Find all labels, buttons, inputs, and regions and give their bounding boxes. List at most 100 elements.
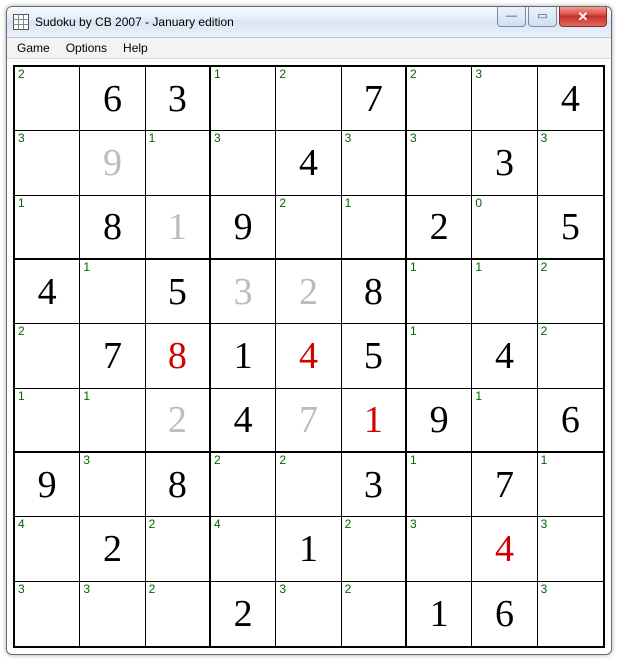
sudoku-cell[interactable]: 5: [146, 260, 211, 324]
sudoku-cell[interactable]: 1: [276, 517, 341, 581]
sudoku-cell[interactable]: 2: [146, 389, 211, 453]
sudoku-cell[interactable]: 2: [342, 517, 407, 581]
sudoku-cell[interactable]: 3: [276, 582, 341, 646]
cell-value: 4: [38, 273, 57, 311]
sudoku-cell[interactable]: 0: [472, 196, 537, 260]
sudoku-cell[interactable]: 1: [538, 453, 603, 517]
cell-hint: 2: [149, 518, 156, 530]
sudoku-cell[interactable]: 1: [146, 131, 211, 195]
menu-game[interactable]: Game: [9, 38, 58, 58]
sudoku-cell[interactable]: 8: [146, 324, 211, 388]
sudoku-cell[interactable]: 4: [472, 517, 537, 581]
sudoku-cell[interactable]: 3: [80, 582, 145, 646]
sudoku-cell[interactable]: 1: [211, 324, 276, 388]
cell-hint: 1: [214, 68, 221, 80]
sudoku-cell[interactable]: 2: [407, 67, 472, 131]
sudoku-cell[interactable]: 8: [342, 260, 407, 324]
sudoku-cell[interactable]: 3: [80, 453, 145, 517]
sudoku-cell[interactable]: 1: [80, 389, 145, 453]
sudoku-cell[interactable]: 7: [276, 389, 341, 453]
cell-hint: 2: [18, 68, 25, 80]
sudoku-cell[interactable]: 1: [472, 260, 537, 324]
sudoku-cell[interactable]: 8: [80, 196, 145, 260]
sudoku-cell[interactable]: 2: [276, 453, 341, 517]
cell-hint: 4: [214, 518, 221, 530]
sudoku-cell[interactable]: 6: [80, 67, 145, 131]
sudoku-cell[interactable]: 7: [472, 453, 537, 517]
menu-options[interactable]: Options: [58, 38, 115, 58]
sudoku-cell[interactable]: 3: [407, 131, 472, 195]
sudoku-cell[interactable]: 3: [538, 582, 603, 646]
sudoku-cell[interactable]: 4: [211, 389, 276, 453]
cell-hint: 2: [279, 197, 286, 209]
sudoku-cell[interactable]: 3: [15, 582, 80, 646]
sudoku-cell[interactable]: 3: [211, 260, 276, 324]
sudoku-cell[interactable]: 1: [211, 67, 276, 131]
sudoku-cell[interactable]: 2: [276, 260, 341, 324]
sudoku-cell[interactable]: 3: [211, 131, 276, 195]
sudoku-cell[interactable]: 2: [146, 517, 211, 581]
sudoku-cell[interactable]: 4: [276, 324, 341, 388]
maximize-button[interactable]: ▭: [528, 7, 557, 27]
sudoku-cell[interactable]: 3: [472, 67, 537, 131]
sudoku-cell[interactable]: 9: [80, 131, 145, 195]
sudoku-cell[interactable]: 9: [407, 389, 472, 453]
sudoku-cell[interactable]: 3: [15, 131, 80, 195]
sudoku-cell[interactable]: 1: [146, 196, 211, 260]
minimize-button[interactable]: —: [497, 7, 526, 27]
sudoku-cell[interactable]: 5: [538, 196, 603, 260]
sudoku-cell[interactable]: 2: [211, 453, 276, 517]
cell-hint: 2: [279, 68, 286, 80]
sudoku-cell[interactable]: 1: [407, 260, 472, 324]
sudoku-cell[interactable]: 7: [80, 324, 145, 388]
sudoku-cell[interactable]: 8: [146, 453, 211, 517]
sudoku-cell[interactable]: 3: [342, 453, 407, 517]
sudoku-cell[interactable]: 2: [80, 517, 145, 581]
sudoku-cell[interactable]: 2: [15, 324, 80, 388]
sudoku-cell[interactable]: 1: [342, 389, 407, 453]
sudoku-cell[interactable]: 9: [211, 196, 276, 260]
cell-value: 2: [299, 273, 318, 311]
cell-value: 9: [430, 401, 449, 439]
sudoku-cell[interactable]: 1: [472, 389, 537, 453]
sudoku-cell[interactable]: 3: [472, 131, 537, 195]
sudoku-cell[interactable]: 1: [407, 582, 472, 646]
sudoku-cell[interactable]: 4: [472, 324, 537, 388]
sudoku-cell[interactable]: 2: [15, 67, 80, 131]
sudoku-cell[interactable]: 2: [146, 582, 211, 646]
sudoku-cell[interactable]: 4: [538, 67, 603, 131]
sudoku-cell[interactable]: 5: [342, 324, 407, 388]
sudoku-cell[interactable]: 6: [472, 582, 537, 646]
sudoku-cell[interactable]: 2: [538, 324, 603, 388]
sudoku-cell[interactable]: 3: [407, 517, 472, 581]
sudoku-cell[interactable]: 3: [342, 131, 407, 195]
sudoku-cell[interactable]: 3: [538, 131, 603, 195]
sudoku-cell[interactable]: 1: [15, 389, 80, 453]
sudoku-cell[interactable]: 2: [276, 196, 341, 260]
sudoku-cell[interactable]: 7: [342, 67, 407, 131]
sudoku-cell[interactable]: 2: [211, 582, 276, 646]
cell-value: 8: [364, 273, 383, 311]
sudoku-cell[interactable]: 1: [342, 196, 407, 260]
sudoku-cell[interactable]: 2: [407, 196, 472, 260]
sudoku-cell[interactable]: 1: [80, 260, 145, 324]
sudoku-cell[interactable]: 4: [276, 131, 341, 195]
close-button[interactable]: ✕: [559, 7, 607, 27]
sudoku-cell[interactable]: 3: [538, 517, 603, 581]
sudoku-cell[interactable]: 1: [407, 324, 472, 388]
sudoku-cell[interactable]: 6: [538, 389, 603, 453]
sudoku-cell[interactable]: 4: [211, 517, 276, 581]
menu-help[interactable]: Help: [115, 38, 156, 58]
sudoku-cell[interactable]: 1: [15, 196, 80, 260]
sudoku-cell[interactable]: 4: [15, 517, 80, 581]
cell-hint: 1: [541, 454, 548, 466]
cell-value: 6: [103, 80, 122, 118]
sudoku-cell[interactable]: 2: [342, 582, 407, 646]
sudoku-cell[interactable]: 2: [276, 67, 341, 131]
sudoku-cell[interactable]: 4: [15, 260, 80, 324]
titlebar[interactable]: Sudoku by CB 2007 - January edition — ▭ …: [7, 7, 611, 38]
sudoku-cell[interactable]: 3: [146, 67, 211, 131]
sudoku-cell[interactable]: 9: [15, 453, 80, 517]
sudoku-cell[interactable]: 2: [538, 260, 603, 324]
sudoku-cell[interactable]: 1: [407, 453, 472, 517]
